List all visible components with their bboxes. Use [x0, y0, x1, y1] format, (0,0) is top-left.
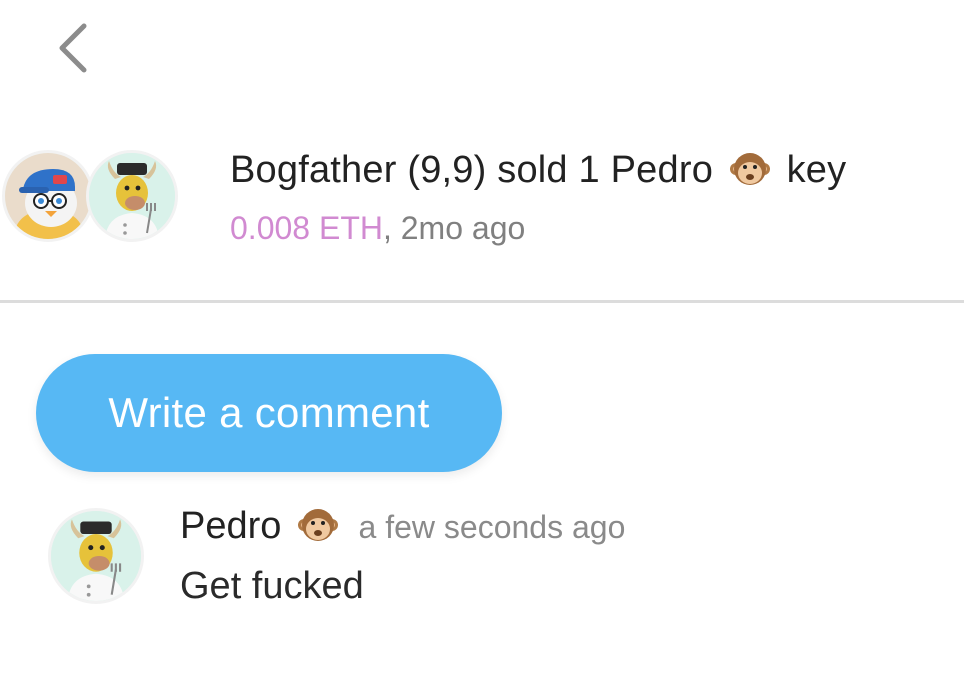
comment-header: Pedro a few seconds ago: [180, 502, 625, 551]
activity-action: sold 1: [497, 149, 600, 191]
write-comment-button[interactable]: Write a comment: [36, 354, 502, 472]
trade-activity-item[interactable]: Bogfather (9,9) sold 1 Pedro key 0.008 E…: [0, 146, 964, 256]
item-type: key: [786, 149, 847, 191]
activity-meta: 0.008 ETH, 2mo ago: [230, 206, 525, 250]
bull-chef-avatar-image: [89, 153, 175, 239]
commenter-avatar[interactable]: [48, 508, 144, 604]
comment-body: Get fucked: [180, 565, 364, 607]
bull-chef-avatar-image: [51, 511, 141, 601]
activity-detail-screen: Bogfather (9,9) sold 1 Pedro key 0.008 E…: [0, 0, 964, 688]
trade-price: 0.008 ETH: [230, 210, 383, 246]
seller-avatar[interactable]: [2, 150, 94, 242]
activity-headline: Bogfather (9,9) sold 1 Pedro key: [230, 146, 846, 194]
subject-avatar[interactable]: [86, 150, 178, 242]
penguin-avatar-image: [5, 153, 91, 239]
comment-author-name[interactable]: Pedro: [180, 505, 281, 547]
monkey-emoji-icon: [729, 152, 770, 185]
subject-name[interactable]: Pedro: [611, 149, 713, 191]
comment-item: Pedro a few seconds ago Get fucked: [0, 500, 964, 620]
trade-time: 2mo ago: [400, 210, 526, 246]
seller-name[interactable]: Bogfather (9,9): [230, 149, 486, 191]
chevron-left-icon: [59, 23, 87, 73]
monkey-emoji-icon: [297, 508, 338, 541]
meta-separator: ,: [382, 210, 392, 246]
back-button[interactable]: [48, 20, 96, 76]
section-divider: [0, 300, 964, 303]
comment-timestamp: a few seconds ago: [358, 509, 626, 545]
